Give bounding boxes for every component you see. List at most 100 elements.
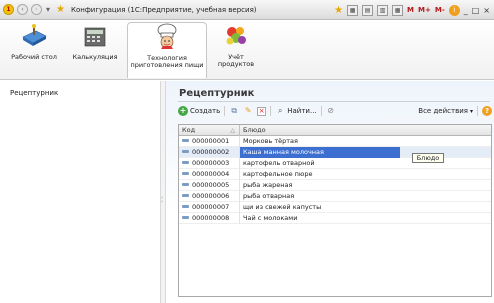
catalog-item-icon: [182, 138, 189, 142]
recipes-table: Код △ Блюдо 000000001 Морковь тёртая 000…: [178, 124, 492, 297]
command-bar-right: Все действия ▾ ?: [418, 104, 492, 118]
search-icon: ⌕: [277, 106, 283, 115]
splitter-grip-icon: ‹ ›: [161, 195, 163, 205]
chef-icon: [152, 23, 182, 51]
print-icon[interactable]: ▤: [362, 4, 374, 16]
nav-item-recipes[interactable]: Рецептурник: [10, 89, 58, 97]
section-label: Рабочий стол: [11, 53, 57, 61]
products-icon: [221, 22, 251, 50]
dish-cell: щи из свежей капусты: [243, 203, 322, 211]
catalog-item-icon: [182, 160, 189, 164]
catalog-item-icon: [182, 171, 189, 175]
dish-cell: картофель отварной: [243, 159, 315, 167]
minimize-button[interactable]: _: [464, 6, 468, 15]
all-actions-button[interactable]: Все действия ▾: [418, 107, 473, 115]
navigation-panel: Рецептурник: [0, 81, 160, 303]
create-icon: +: [178, 106, 188, 116]
table-row[interactable]: 000000005 рыба жареная: [179, 180, 491, 191]
code-cell: 000000007: [179, 202, 240, 213]
separator: [320, 106, 322, 116]
table-row[interactable]: 000000008 Чай с молоками: [179, 213, 491, 224]
back-icon[interactable]: ‹: [17, 4, 28, 15]
separator: [270, 106, 272, 116]
catalog-item-icon: [182, 215, 189, 219]
code-value: 000000004: [192, 170, 230, 178]
dish-cell: Чай с молоками: [243, 214, 298, 222]
dish-cell: картофельное пюре: [243, 170, 313, 178]
table-row[interactable]: 000000001 Морковь тёртая: [179, 136, 491, 147]
sections-panel: Рабочий стол Калькуляция Технология приг…: [0, 20, 494, 80]
page-title: Рецептурник: [179, 88, 255, 99]
section-label: Технология приготовления пищи: [130, 54, 204, 69]
window-title-bar: 1 ‹ › ▾ ★ Конфигурация (1С:Предприятие, …: [0, 0, 494, 20]
section-calculation[interactable]: Калькуляция: [66, 22, 124, 78]
code-value: 000000005: [192, 181, 230, 189]
forward-icon[interactable]: ›: [31, 4, 42, 15]
code-cell: 000000005: [179, 180, 240, 191]
code-cell: 000000001: [179, 136, 240, 147]
table-row[interactable]: 000000006 рыба отварная: [179, 191, 491, 202]
column-header-dish[interactable]: Блюдо: [240, 125, 491, 136]
calculator-icon: [80, 22, 110, 50]
table-header: Код △ Блюдо: [179, 125, 491, 136]
dish-cell: Морковь тёртая: [243, 137, 298, 145]
dish-cell: рыба отварная: [243, 192, 295, 200]
command-bar: + Создать ⧉ ✎ × ⌕ Найти... ⊘ Все действи…: [178, 104, 492, 118]
section-desktop[interactable]: Рабочий стол: [4, 22, 64, 78]
window-title: Конфигурация (1С:Предприятие, учебная ве…: [70, 5, 257, 14]
memory-plus-button[interactable]: M+: [418, 6, 431, 14]
column-header-code[interactable]: Код △: [179, 125, 240, 136]
all-actions-label: Все действия: [418, 107, 468, 115]
cancel-search-icon[interactable]: ⊘: [326, 106, 336, 116]
help-icon[interactable]: ?: [482, 106, 492, 116]
chevron-down-icon: ▾: [469, 107, 473, 115]
favorite-star-icon[interactable]: ★: [334, 5, 343, 16]
find-label: Найти...: [287, 107, 317, 115]
code-value: 000000002: [192, 148, 230, 156]
table-row[interactable]: 000000007 щи из свежей капусты: [179, 202, 491, 213]
history-dropdown-icon[interactable]: ▾: [46, 5, 50, 14]
desktop-icon: [19, 22, 49, 50]
delete-icon[interactable]: ×: [257, 106, 267, 116]
calculator-icon[interactable]: ▦: [392, 4, 404, 16]
link-icon[interactable]: ▦: [347, 4, 359, 16]
section-products[interactable]: Учёт продуктов: [210, 22, 262, 78]
catalog-item-icon: [182, 182, 189, 186]
code-value: 000000008: [192, 214, 230, 222]
calendar-icon[interactable]: ▥: [377, 4, 389, 16]
catalog-item-icon: [182, 149, 189, 153]
section-food-technology[interactable]: Технология приготовления пищи: [127, 22, 207, 78]
code-value: 000000001: [192, 137, 230, 145]
create-button[interactable]: + Создать: [178, 106, 220, 116]
code-value: 000000006: [192, 192, 230, 200]
section-label: Учёт продуктов: [217, 53, 255, 68]
table-row[interactable]: 000000004 картофельное пюре: [179, 169, 491, 180]
edit-icon[interactable]: ✎: [243, 106, 253, 116]
app-logo-icon[interactable]: 1: [3, 4, 14, 15]
code-value: 000000003: [192, 159, 230, 167]
separator: [477, 106, 478, 116]
catalog-item-icon: [182, 204, 189, 208]
column-header-label: Код: [182, 126, 196, 134]
restore-button[interactable]: □: [472, 6, 480, 15]
info-icon[interactable]: i: [448, 4, 460, 16]
code-cell: 000000003: [179, 158, 240, 169]
create-label: Создать: [190, 107, 221, 115]
catalog-item-icon: [182, 193, 189, 197]
find-button[interactable]: ⌕ Найти...: [275, 106, 317, 116]
section-label: Калькуляция: [72, 53, 118, 61]
table-row-selected[interactable]: 000000002 Каша манная молочная: [179, 147, 491, 158]
close-button[interactable]: ×: [483, 6, 490, 15]
dish-cell: Каша манная молочная: [240, 147, 400, 158]
table-row[interactable]: 000000003 картофель отварной: [179, 158, 491, 169]
code-value: 000000007: [192, 203, 230, 211]
code-cell: 000000008: [179, 213, 240, 224]
column-tooltip: Блюдо: [412, 153, 444, 163]
memory-m-button[interactable]: M: [407, 6, 414, 14]
favorites-star-icon[interactable]: ★: [56, 4, 65, 15]
code-cell: 000000002: [179, 147, 240, 158]
copy-icon[interactable]: ⧉: [229, 106, 239, 116]
code-cell: 000000006: [179, 191, 240, 202]
title-divider: [178, 101, 490, 102]
memory-minus-button[interactable]: M-: [435, 6, 445, 14]
